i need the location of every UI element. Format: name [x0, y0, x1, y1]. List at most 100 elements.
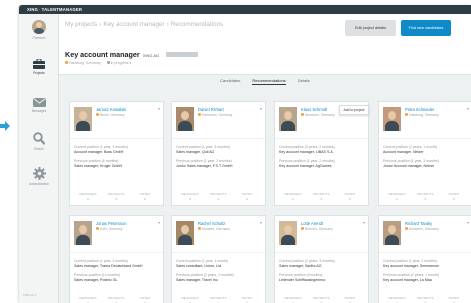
current-position-label: Current position (1 year, 2 months)	[74, 259, 128, 263]
location-pin-icon	[405, 227, 408, 230]
candidate-card[interactable]: Richard Taraky Munchen, Germany ▾ Current p…	[378, 215, 471, 303]
projects-stat[interactable]: PROJECTS 0	[103, 192, 131, 201]
candidate-card-header: Lotte Arendt Bremen, Germany ▾	[275, 216, 368, 253]
candidate-card-header: Petra Schneider Hamburg, Germany ▾	[379, 102, 471, 139]
candidate-name[interactable]: Richard Taraky	[405, 221, 432, 226]
previous-position-value: Sales manager, Postnic GL	[74, 278, 118, 282]
candidate-positions: Current position (1 year, 3 months) Accou…	[70, 139, 163, 168]
briefcase-icon	[33, 59, 45, 69]
candidate-card[interactable]: Lotte Arendt Bremen, Germany ▾ Current posi…	[274, 215, 369, 303]
candidate-card-header: Jonas Petersson Koln, Germany ▾	[70, 216, 163, 253]
tab-bar: Candidates Recommendations Details	[59, 76, 471, 85]
candidate-card[interactable]: Daniel Richart Hannover, Germany ▾ Current …	[171, 101, 266, 206]
candidate-photo[interactable]	[176, 107, 194, 131]
sidebar-item-projects[interactable]: Projects	[19, 59, 59, 75]
card-menu-chevron-icon[interactable]: ▾	[260, 106, 262, 111]
candidate-photo[interactable]	[383, 107, 401, 131]
messages-stat[interactable]: MESSAGES 0	[176, 296, 204, 303]
notes-stat[interactable]: NOTES 0	[131, 296, 159, 303]
current-position-value: Sales consultant, Linton, Ltd	[176, 264, 222, 268]
candidate-photo[interactable]	[74, 221, 92, 245]
candidate-card[interactable]: Janusz Kowalski Berlin, Germany ▾ Current p…	[69, 101, 164, 206]
candidate-card[interactable]: Rachel Schultz Munster, Germany ▾ Current p…	[171, 215, 266, 303]
candidate-card[interactable]: Klaus SchmidtMunchen, Germany▾Current po…	[274, 101, 369, 206]
previous-position-value: Junior Sales manager, F.S.T GmbH	[176, 164, 233, 168]
notes-stat[interactable]: NOTES 0	[336, 296, 364, 303]
breadcrumb-project[interactable]: Key account manager	[103, 21, 164, 28]
candidate-stats: MESSAGES 0 PROJECTS 0 NOTES 0	[74, 192, 159, 201]
projects-stat[interactable]: PROJECTS 0	[103, 296, 131, 303]
brand-logo[interactable]: XING·TALENTMANAGER	[27, 7, 82, 12]
card-menu-chevron-icon[interactable]: ▾	[467, 106, 469, 111]
card-menu-chevron-icon[interactable]: ▾	[467, 220, 469, 225]
projects-stat[interactable]: PROJECTS 0	[308, 192, 336, 201]
candidate-photo[interactable]	[176, 221, 194, 245]
tab-details[interactable]: Details	[298, 76, 310, 85]
previous-position-label: Previous position (1 year, 2 months)	[279, 159, 335, 163]
project-header: My projects › Key account manager › Recommen…	[59, 14, 471, 75]
projects-stat[interactable]: PROJECTS 0	[412, 192, 440, 201]
current-position-label: Current position (2 years, 1 month)	[383, 145, 438, 149]
candidate-photo[interactable]	[279, 221, 297, 245]
candidate-photo[interactable]	[74, 107, 92, 131]
previous-position-label: Previous position (2months)	[279, 273, 323, 277]
candidate-photo[interactable]	[279, 107, 297, 131]
candidate-name[interactable]: Klaus Schmidt	[301, 107, 327, 112]
notes-stat[interactable]: NOTES 0	[233, 296, 261, 303]
card-menu-chevron-icon[interactable]: ▾	[363, 220, 365, 225]
messages-stat[interactable]: MESSAGES 0	[74, 296, 102, 303]
tab-recommendations[interactable]: Recommendations	[252, 76, 286, 85]
notes-stat[interactable]: NOTES 0	[336, 192, 364, 201]
messages-stat[interactable]: MESSAGES 0	[279, 296, 307, 303]
candidate-card[interactable]: Jonas Petersson Koln, Germany ▾ Current pos…	[69, 215, 164, 303]
current-position-label: Current position (1 year, 3 months)	[74, 145, 128, 149]
notes-stat[interactable]: NOTES 0	[440, 296, 468, 303]
card-menu-chevron-icon[interactable]: ▾	[158, 220, 160, 225]
messages-stat[interactable]: MESSAGES 0	[74, 192, 102, 201]
candidate-name[interactable]: Janusz Kowalski	[96, 107, 126, 112]
add-to-project-popover[interactable]: Add to project	[339, 105, 369, 115]
projects-stat[interactable]: PROJECTS 0	[205, 296, 233, 303]
previous-position-label: Previous position (11 months)	[74, 273, 121, 277]
candidate-name[interactable]: Petra Schneider	[405, 107, 434, 112]
sidebar-item-administration[interactable]: Administration	[19, 167, 59, 186]
messages-stat[interactable]: MESSAGES 0	[383, 192, 411, 201]
card-menu-chevron-icon[interactable]: ▾	[158, 106, 160, 111]
candidate-positions: Current position (2 years, 1 month) Accou…	[379, 139, 471, 168]
candidate-stats: MESSAGES 0 PROJECTS 0 NOTES 0	[74, 296, 159, 303]
current-position-label: Current position (2 years, 2 months)	[279, 145, 335, 149]
candidate-photo[interactable]	[383, 221, 401, 245]
projects-stat[interactable]: PROJECTS 0	[205, 192, 233, 201]
candidate-name[interactable]: Lotte Arendt	[301, 221, 323, 226]
current-position-value: Sales manager, Quil AG	[176, 150, 215, 154]
tab-candidates[interactable]: Candidates	[220, 76, 240, 85]
messages-stat[interactable]: MESSAGES 0	[383, 296, 411, 303]
candidate-name[interactable]: Daniel Richart	[198, 107, 224, 112]
projects-stat[interactable]: PROJECTS 0	[412, 296, 440, 303]
notes-stat[interactable]: NOTES 0	[440, 192, 468, 201]
projects-stat[interactable]: PROJECTS 0	[308, 296, 336, 303]
project-location: Hamburg, Germany	[65, 61, 101, 65]
sidebar-item-premium[interactable]: Premium	[19, 20, 59, 40]
candidate-name[interactable]: Rachel Schultz	[198, 221, 225, 226]
card-menu-chevron-icon[interactable]: ▾	[260, 220, 262, 225]
candidate-stats: MESSAGES 0 PROJECTS 0 NOTES 0	[176, 192, 261, 201]
project-meta: Hamburg, Germany In progress ▾	[65, 61, 131, 65]
messages-stat[interactable]: MESSAGES 0	[279, 192, 307, 201]
sidebar-item-search[interactable]: Search	[19, 132, 59, 151]
candidate-card[interactable]: Petra Schneider Hamburg, Germany ▾ Current …	[378, 101, 471, 206]
candidate-location: Munchen, Germany	[301, 113, 335, 117]
main-content: My projects › Key account manager › Recommen…	[59, 14, 471, 303]
edit-project-details-button[interactable]: Edit project details	[345, 20, 396, 36]
sidebar-item-messages[interactable]: Messages	[19, 98, 59, 113]
candidate-name[interactable]: Jonas Petersson	[96, 221, 127, 226]
messages-stat[interactable]: MESSAGES 0	[176, 192, 204, 201]
notes-stat[interactable]: NOTES 0	[131, 192, 159, 201]
project-status[interactable]: In progress ▾	[106, 61, 131, 65]
breadcrumb-my-projects[interactable]: My projects	[65, 21, 97, 28]
previous-position-value: Junior Account manager, Netzer	[383, 164, 435, 168]
notes-stat[interactable]: NOTES 0	[233, 192, 261, 201]
find-new-candidates-button[interactable]: Find new candidates	[401, 20, 451, 36]
project-company: XING AG	[142, 53, 160, 58]
location-pin-icon	[198, 227, 201, 230]
